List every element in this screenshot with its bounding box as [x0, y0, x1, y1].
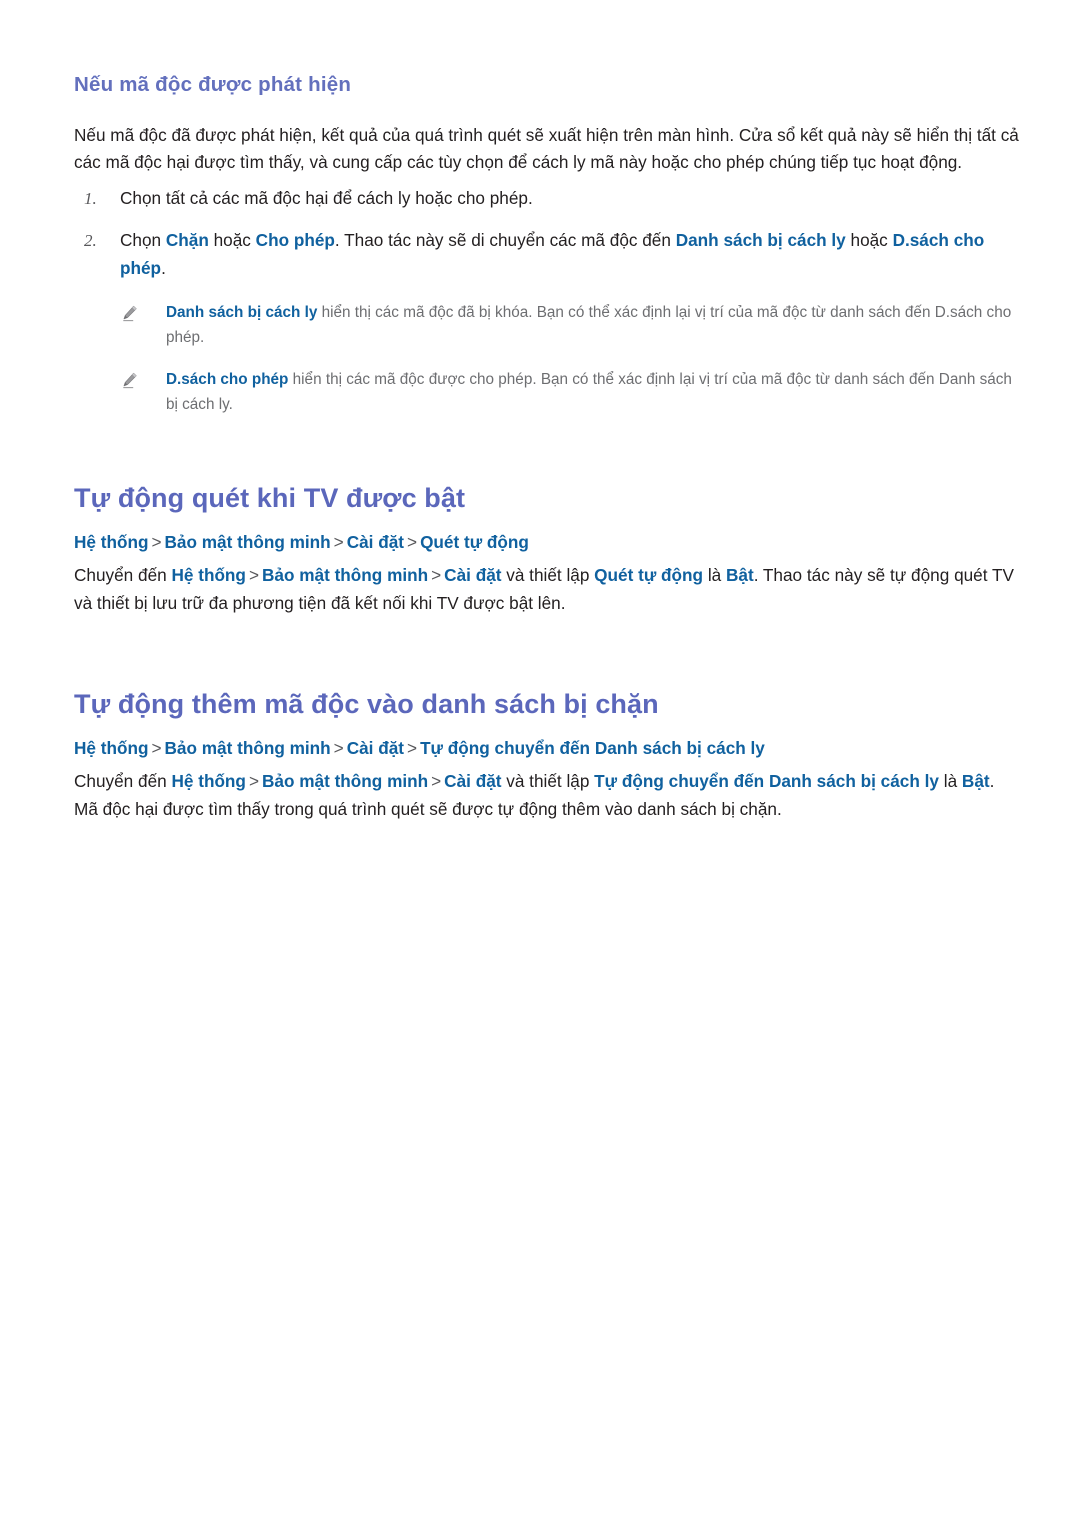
- note-keyword[interactable]: Danh sách bị cách ly: [166, 304, 317, 321]
- paragraph-mid-1: và thiết lập: [501, 771, 595, 792]
- keyword-system[interactable]: Hệ thống: [171, 771, 245, 791]
- paragraph-lead: Chuyển đến: [74, 771, 172, 792]
- keyword-smart-security[interactable]: Bảo mật thông minh: [262, 565, 428, 585]
- step-text-tail: .: [161, 258, 166, 279]
- breadcrumb-item-smart-security[interactable]: Bảo mật thông minh: [165, 738, 331, 758]
- paragraph-separator: >: [431, 771, 442, 792]
- note-text: hiển thị các mã độc được cho phép. Bạn c…: [166, 371, 1012, 414]
- paragraph-separator: >: [248, 565, 259, 586]
- sub-heading-malware-detected: Nếu mã độc được phát hiện: [74, 73, 352, 96]
- step-text-mid-2: . Thao tác này sẽ di chuyển các mã độc đ…: [334, 230, 676, 251]
- step-number: 2.: [84, 231, 97, 251]
- pencil-icon: [120, 304, 140, 324]
- pencil-icon: [120, 371, 140, 391]
- breadcrumb-item-system[interactable]: Hệ thống: [74, 532, 148, 552]
- keyword-smart-security[interactable]: Bảo mật thông minh: [262, 771, 428, 791]
- breadcrumb-auto-scan: Hệ thống > Bảo mật thông minh > Cài đặt > Quét…: [74, 529, 1020, 557]
- step-text: Chọn tất cả các mã độc hại để cách ly ho…: [120, 188, 533, 209]
- note-keyword[interactable]: D.sách cho phép: [166, 371, 288, 388]
- keyword-block[interactable]: Chặn: [166, 230, 209, 250]
- breadcrumb-item-auto-scan[interactable]: Quét tự động: [420, 532, 529, 552]
- breadcrumb-separator: >: [407, 531, 418, 552]
- paragraph-separator: >: [248, 771, 259, 792]
- paragraph-mid-2: là: [703, 565, 726, 586]
- section-auto-add-to-blocklist: Tự động thêm mã độc vào danh sách bị chặ…: [74, 688, 1020, 824]
- keyword-on[interactable]: Bật: [726, 565, 754, 585]
- step-text-mid-1: hoặc: [208, 230, 256, 251]
- paragraph-lead: Chuyển đến: [74, 565, 172, 586]
- breadcrumb-separator: >: [151, 531, 162, 552]
- section-heading-auto-scan: Tự động quét khi TV được bật: [74, 482, 466, 513]
- keyword-allow[interactable]: Cho phép: [256, 230, 335, 250]
- intro-paragraph: Nếu mã độc đã được phát hiện, kết quả củ…: [74, 124, 1019, 173]
- paragraph-separator: >: [431, 565, 442, 586]
- breadcrumb-auto-add-blocklist: Hệ thống > Bảo mật thông minh > Cài đặt > Tự đ…: [74, 735, 1020, 763]
- breadcrumb-item-system[interactable]: Hệ thống: [74, 738, 148, 758]
- keyword-settings[interactable]: Cài đặt: [444, 771, 501, 791]
- breadcrumb-separator: >: [333, 737, 344, 758]
- paragraph-auto-add-blocklist: Chuyển đến Hệ thống > Bảo mật thông minh > C…: [74, 768, 1020, 824]
- keyword-quarantine-list[interactable]: Danh sách bị cách ly: [676, 230, 846, 250]
- paragraph-mid-2: là: [938, 771, 962, 792]
- section-malware-detected: Nếu mã độc được phát hiện Nếu mã độc đã …: [74, 72, 1020, 418]
- breadcrumb-separator: >: [151, 737, 162, 758]
- step-item-1: 1. Chọn tất cả các mã độc hại để cách ly…: [74, 185, 1020, 213]
- breadcrumb-item-settings[interactable]: Cài đặt: [347, 738, 404, 758]
- step-text-mid-3: hoặc: [845, 230, 893, 251]
- keyword-settings[interactable]: Cài đặt: [444, 565, 501, 585]
- section-heading-auto-add-blocklist: Tự động thêm mã độc vào danh sách bị chặ…: [74, 688, 659, 719]
- paragraph-auto-scan: Chuyển đến Hệ thống > Bảo mật thông minh > C…: [74, 562, 1020, 618]
- notes-list: Danh sách bị cách ly hiển thị các mã độc…: [74, 301, 1020, 418]
- breadcrumb-item-smart-security[interactable]: Bảo mật thông minh: [165, 532, 331, 552]
- steps-list: 1. Chọn tất cả các mã độc hại để cách ly…: [74, 185, 1020, 283]
- section-auto-scan-on-tv-power: Tự động quét khi TV được bật Hệ thống > Bả…: [74, 482, 1020, 618]
- step-item-2: 2. Chọn Chặn hoặc Cho phép. Thao tác này…: [74, 227, 1020, 283]
- breadcrumb-item-settings[interactable]: Cài đặt: [347, 532, 404, 552]
- step-number: 1.: [84, 189, 97, 209]
- document-page: Nếu mã độc được phát hiện Nếu mã độc đã …: [0, 0, 1080, 1527]
- breadcrumb-item-auto-move-quarantine[interactable]: Tự động chuyển đến Danh sách bị cách ly: [420, 738, 765, 758]
- note-item: D.sách cho phép hiển thị các mã độc được…: [74, 368, 1020, 418]
- breadcrumb-separator: >: [407, 737, 418, 758]
- keyword-auto-move-quarantine[interactable]: Tự động chuyển đến Danh sách bị cách ly: [594, 771, 939, 791]
- keyword-system[interactable]: Hệ thống: [171, 565, 245, 585]
- breadcrumb-separator: >: [333, 531, 344, 552]
- note-item: Danh sách bị cách ly hiển thị các mã độc…: [74, 301, 1020, 351]
- paragraph-mid-1: và thiết lập: [501, 565, 595, 586]
- keyword-auto-scan[interactable]: Quét tự động: [594, 565, 703, 585]
- step-text-lead: Chọn: [120, 230, 166, 251]
- keyword-on[interactable]: Bật: [962, 771, 990, 791]
